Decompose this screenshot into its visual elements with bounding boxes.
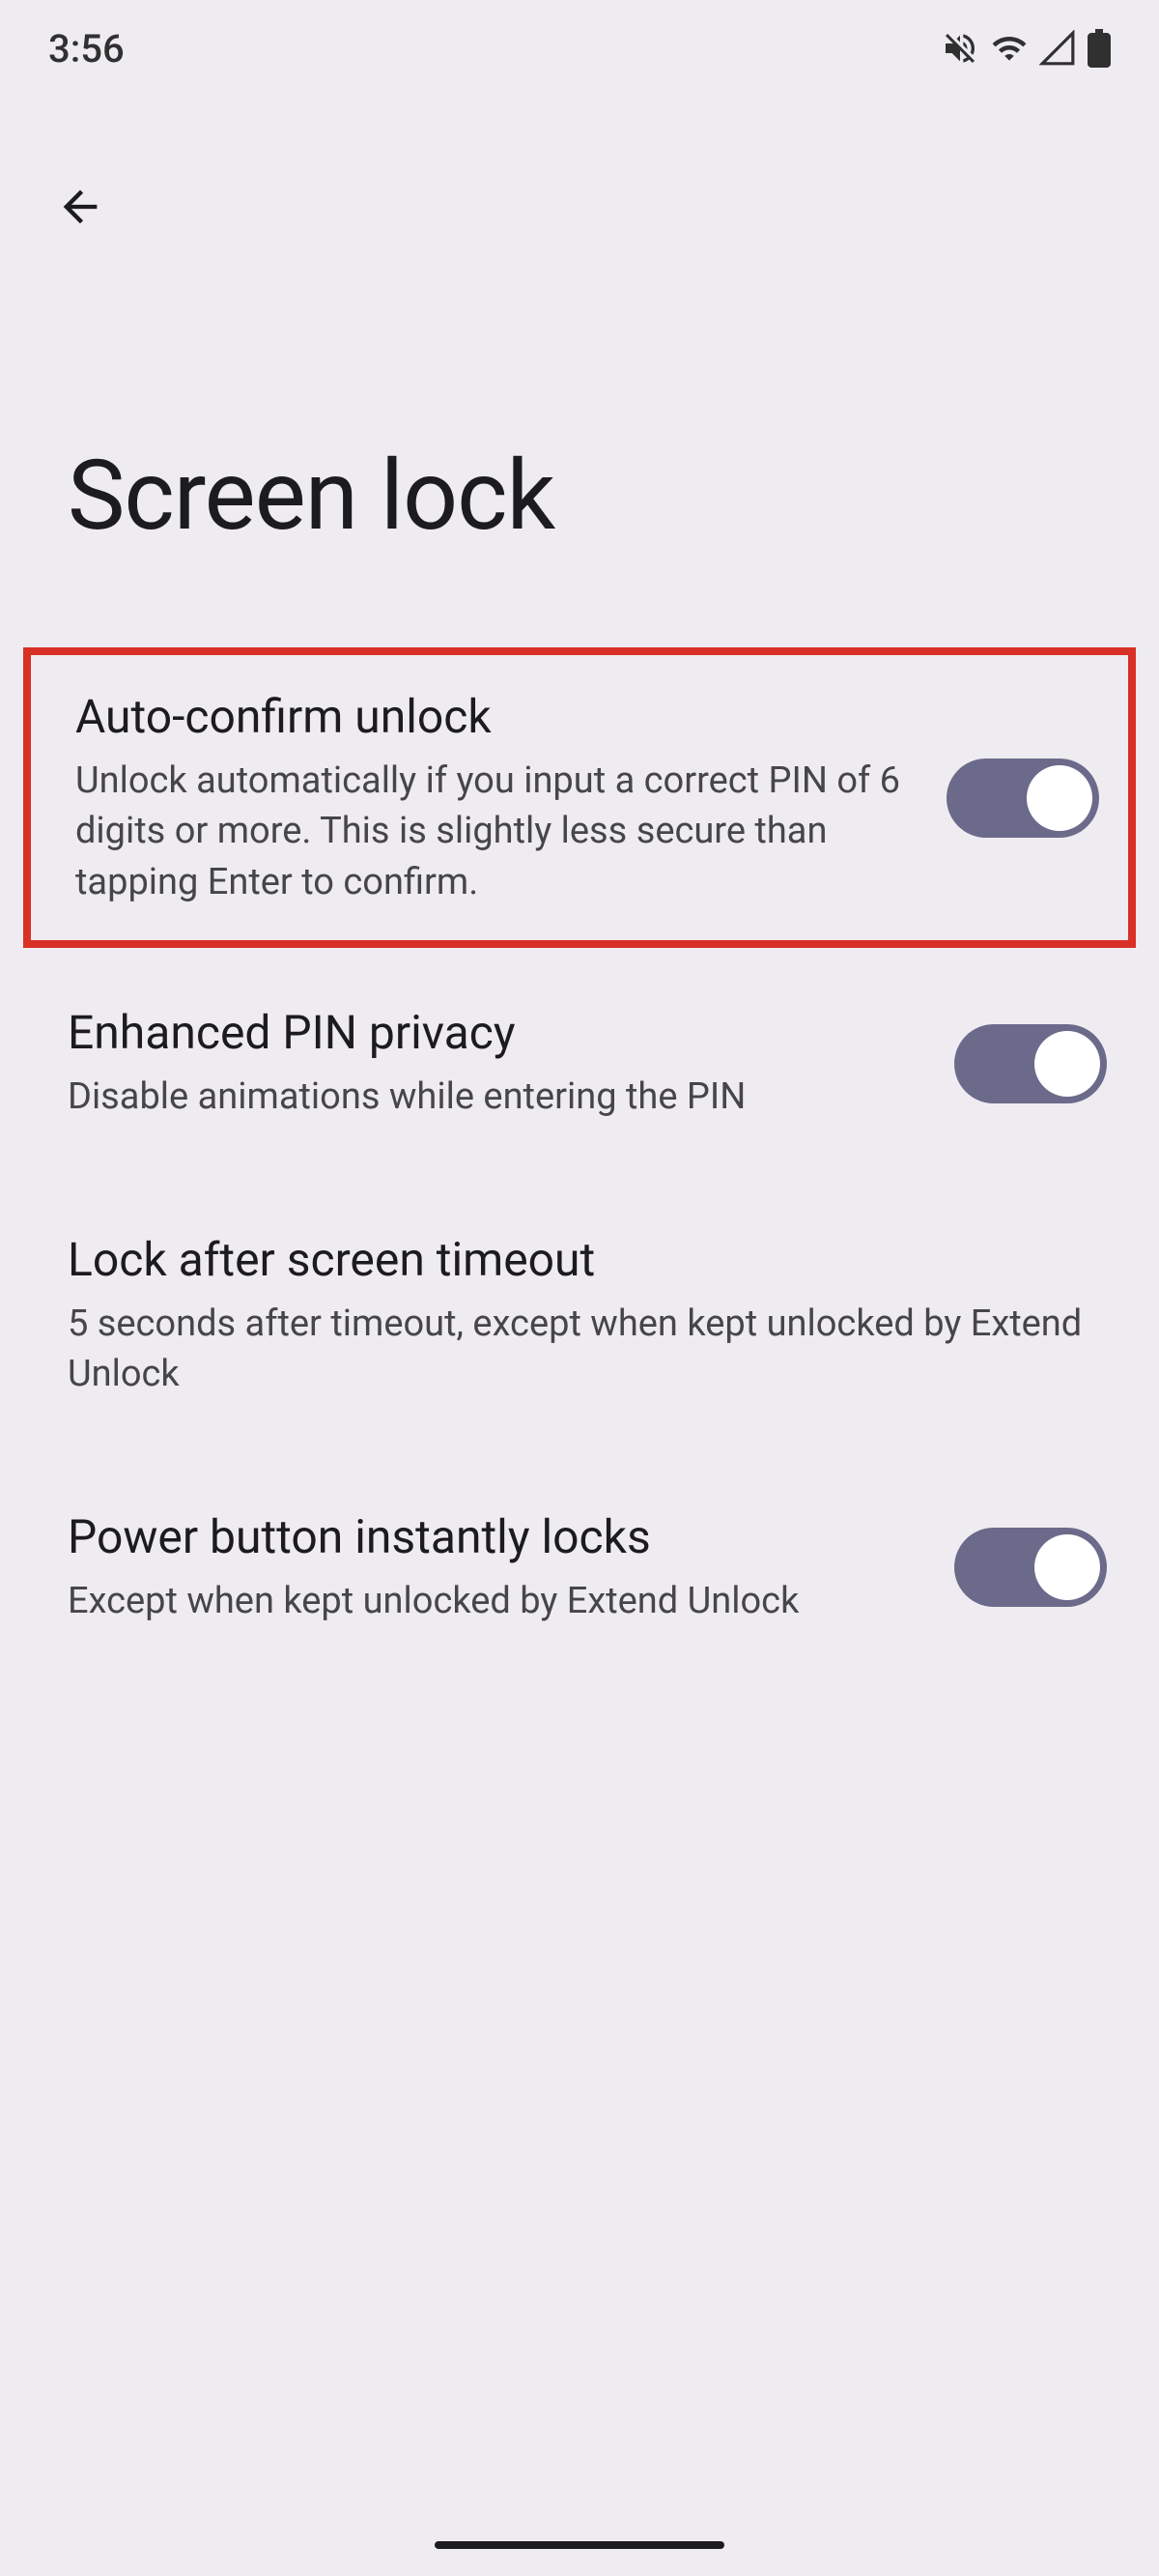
switch-thumb [1034, 1031, 1100, 1097]
status-icons [941, 29, 1111, 68]
settings-list: Auto-confirm unlock Unlock automatically… [23, 647, 1136, 1659]
setting-description: 5 seconds after timeout, except when kep… [68, 1299, 1107, 1400]
arrow-left-icon [55, 182, 105, 235]
switch-auto-confirm-unlock[interactable] [947, 758, 1099, 838]
setting-auto-confirm-unlock[interactable]: Auto-confirm unlock Unlock automatically… [23, 647, 1136, 948]
back-button[interactable] [46, 174, 114, 242]
setting-text: Power button instantly locks Except when… [68, 1508, 925, 1626]
setting-power-button-locks[interactable]: Power button instantly locks Except when… [23, 1475, 1136, 1659]
switch-power-button-locks[interactable] [954, 1528, 1107, 1607]
setting-lock-after-timeout[interactable]: Lock after screen timeout 5 seconds afte… [23, 1198, 1136, 1433]
setting-text: Lock after screen timeout 5 seconds afte… [68, 1231, 1107, 1400]
setting-title: Lock after screen timeout [68, 1231, 1107, 1289]
mute-icon [941, 29, 979, 68]
battery-icon [1088, 29, 1111, 68]
cell-signal-icon [1039, 30, 1076, 67]
setting-description: Unlock automatically if you input a corr… [75, 756, 918, 907]
setting-title: Power button instantly locks [68, 1508, 925, 1566]
setting-text: Enhanced PIN privacy Disable animations … [68, 1004, 925, 1122]
switch-thumb [1034, 1534, 1100, 1600]
setting-description: Except when kept unlocked by Extend Unlo… [68, 1576, 925, 1626]
switch-thumb [1027, 765, 1092, 831]
status-time: 3:56 [48, 26, 125, 72]
wifi-icon [991, 30, 1028, 67]
status-bar: 3:56 [0, 0, 1159, 97]
setting-text: Auto-confirm unlock Unlock automatically… [75, 688, 918, 907]
page-title: Screen lock [68, 440, 554, 553]
home-indicator[interactable] [435, 2541, 724, 2549]
switch-enhanced-pin-privacy[interactable] [954, 1024, 1107, 1103]
setting-title: Auto-confirm unlock [75, 688, 918, 746]
setting-enhanced-pin-privacy[interactable]: Enhanced PIN privacy Disable animations … [23, 971, 1136, 1155]
setting-description: Disable animations while entering the PI… [68, 1072, 925, 1122]
setting-title: Enhanced PIN privacy [68, 1004, 925, 1062]
